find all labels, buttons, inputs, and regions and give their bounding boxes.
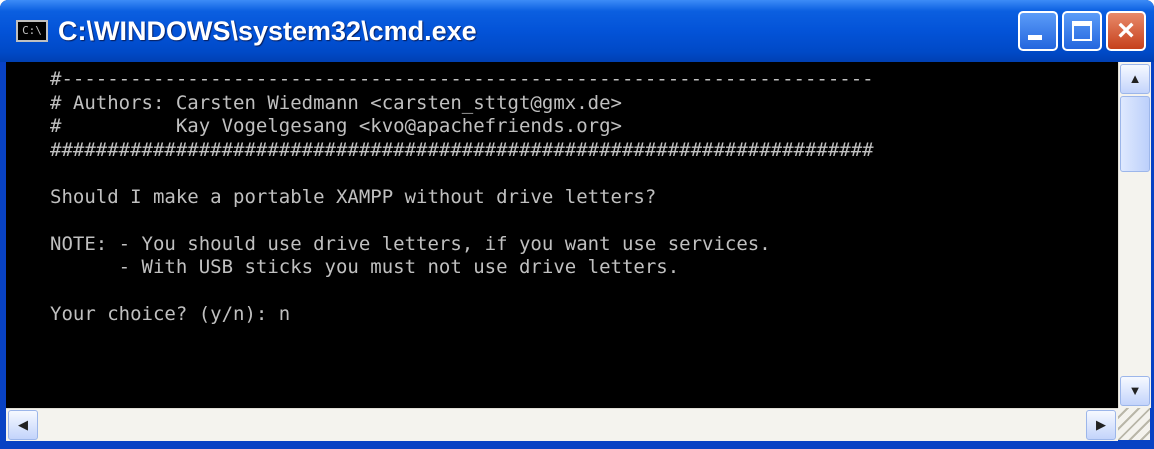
horizontal-scrollbar[interactable]: ◀ ▶ bbox=[6, 408, 1118, 441]
close-button[interactable]: × bbox=[1106, 11, 1146, 51]
minimize-button[interactable] bbox=[1018, 11, 1058, 51]
title-bar[interactable]: C:\ C:\WINDOWS\system32\cmd.exe × bbox=[0, 0, 1154, 62]
window-title: C:\WINDOWS\system32\cmd.exe bbox=[58, 16, 477, 46]
scroll-down-button[interactable]: ▼ bbox=[1120, 376, 1150, 406]
arrow-up-icon: ▲ bbox=[1128, 71, 1142, 86]
maximize-button[interactable] bbox=[1062, 11, 1102, 51]
console-icon[interactable]: C:\ bbox=[16, 20, 48, 42]
arrow-down-icon: ▼ bbox=[1128, 383, 1142, 398]
console-output[interactable]: #---------------------------------------… bbox=[6, 62, 1118, 408]
vertical-scroll-thumb[interactable] bbox=[1120, 96, 1150, 172]
resize-grip[interactable] bbox=[1118, 408, 1150, 440]
minimize-icon bbox=[1028, 35, 1042, 40]
vertical-scrollbar[interactable]: ▲ ▼ bbox=[1118, 62, 1151, 408]
close-icon: × bbox=[1117, 14, 1135, 47]
scroll-left-button[interactable]: ◀ bbox=[8, 410, 38, 440]
arrow-left-icon: ◀ bbox=[18, 417, 28, 432]
scroll-right-button[interactable]: ▶ bbox=[1086, 410, 1116, 440]
maximize-icon bbox=[1072, 21, 1092, 41]
cmd-window: C:\ C:\WINDOWS\system32\cmd.exe × #-----… bbox=[0, 0, 1154, 449]
scroll-up-button[interactable]: ▲ bbox=[1120, 64, 1150, 94]
console-text: #---------------------------------------… bbox=[50, 68, 874, 325]
arrow-right-icon: ▶ bbox=[1096, 417, 1106, 432]
